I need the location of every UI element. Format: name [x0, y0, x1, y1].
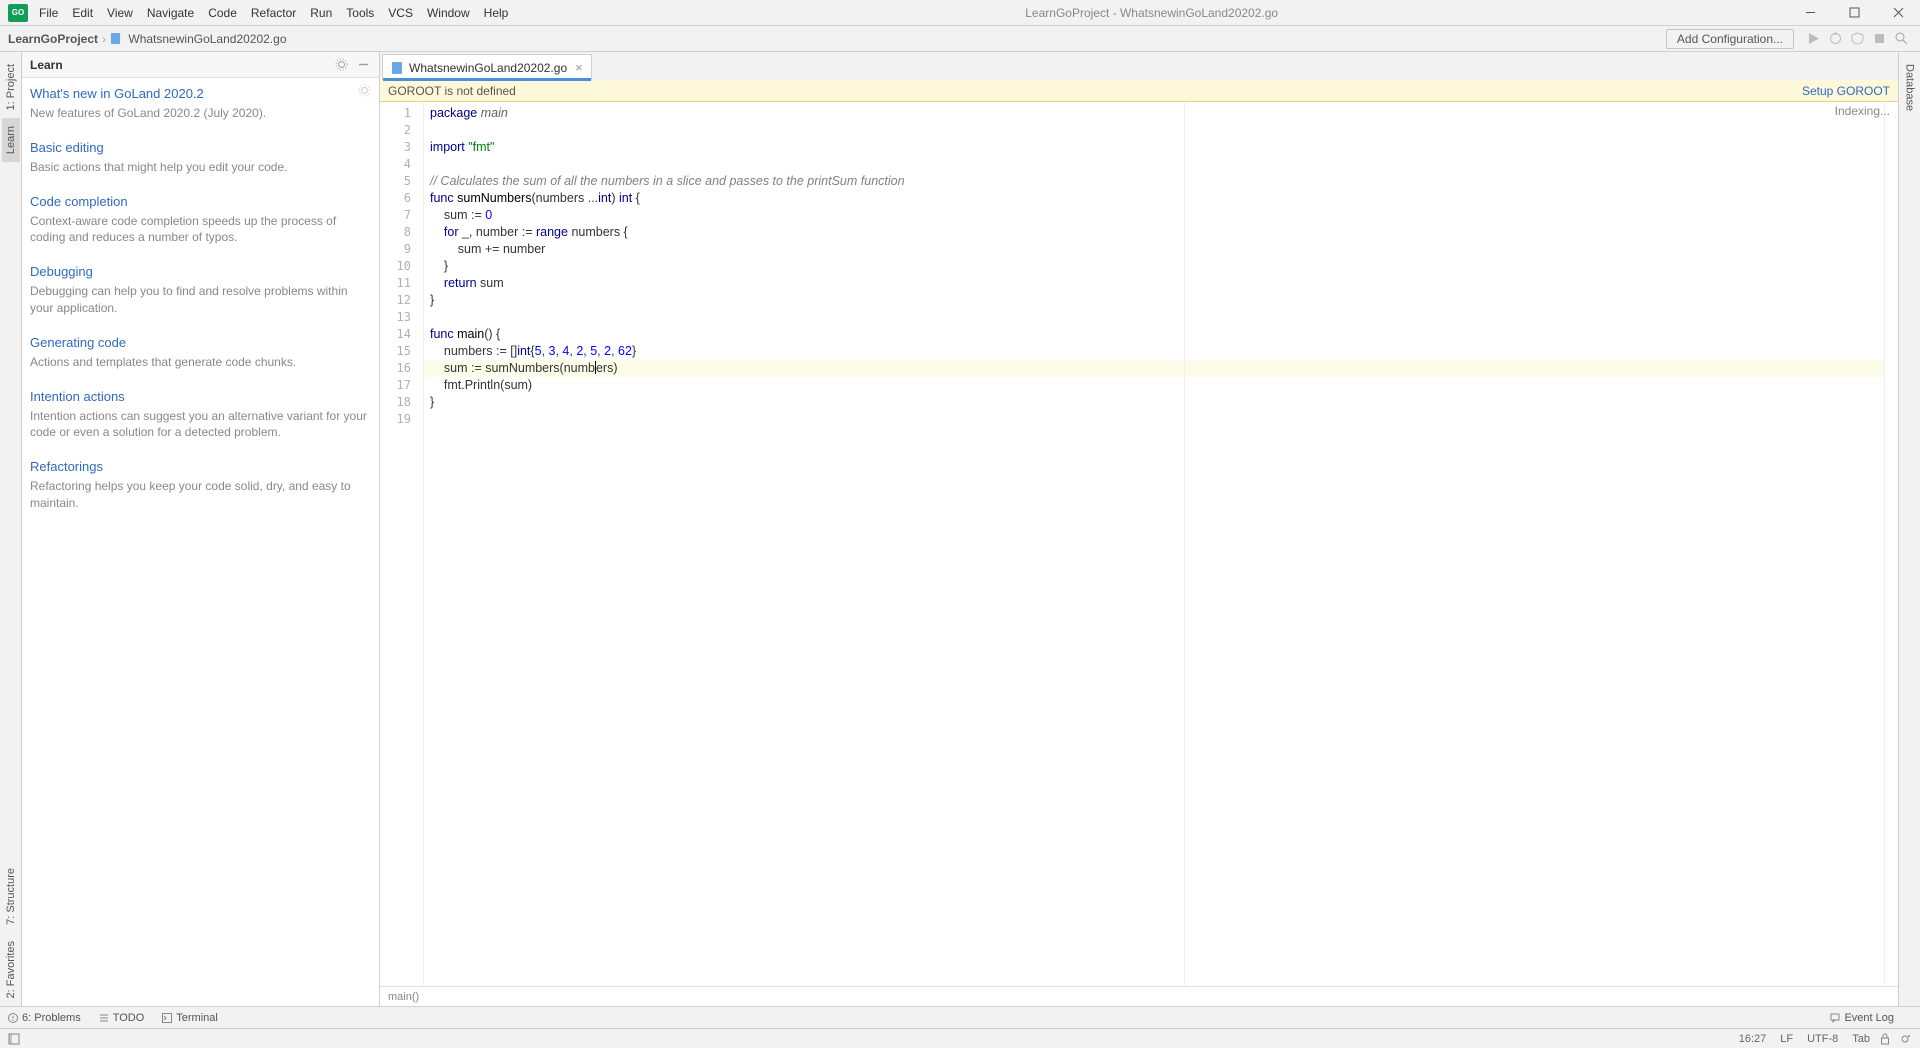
editor-breadcrumb: main() — [380, 986, 1898, 1006]
show-toolwindow-icon[interactable] — [8, 1033, 20, 1045]
menu-help[interactable]: Help — [477, 0, 516, 26]
editor-tab-label: WhatsnewinGoLand20202.go — [409, 61, 567, 75]
stop-button[interactable] — [1868, 28, 1890, 50]
eventlog-icon — [1830, 1013, 1840, 1023]
breadcrumb-fn[interactable]: main() — [388, 991, 419, 1003]
list-icon — [99, 1013, 109, 1023]
status-encoding[interactable]: UTF-8 — [1807, 1033, 1838, 1045]
learn-item[interactable]: Generating code Actions and templates th… — [30, 335, 371, 371]
main-menu-bar: File Edit View Navigate Code Refactor Ru… — [32, 0, 515, 26]
inspection-profile-icon[interactable] — [1900, 1033, 1912, 1045]
menu-window[interactable]: Window — [420, 0, 477, 26]
learn-item-title: Debugging — [30, 264, 371, 279]
learn-item-desc: Refactoring helps you keep your code sol… — [30, 478, 371, 512]
menu-refactor[interactable]: Refactor — [244, 0, 303, 26]
go-file-icon — [110, 32, 121, 45]
tool-learn[interactable]: Learn — [2, 118, 20, 162]
window-title: LearnGoProject - WhatsnewinGoLand20202.g… — [515, 6, 1788, 20]
learn-item-title: Intention actions — [30, 389, 371, 404]
learn-item-title: Basic editing — [30, 140, 371, 155]
terminal-icon — [162, 1013, 172, 1023]
status-bar: 16:27 LF UTF-8 Tab — [0, 1028, 1920, 1048]
code-editor[interactable]: 1 2 3 4 5 6 7 8 9 10 11 12 13 14 15 16 1… — [380, 102, 1898, 986]
main-layout: 1: Project Learn 7: Structure 2: Favorit… — [0, 52, 1920, 1006]
tool-todo[interactable]: TODO — [99, 1012, 145, 1024]
menu-tools[interactable]: Tools — [339, 0, 381, 26]
learn-panel-title: Learn — [30, 58, 63, 72]
go-file-icon — [391, 61, 403, 75]
learn-item-desc: Intention actions can suggest you an alt… — [30, 408, 371, 442]
tool-favorites[interactable]: 2: Favorites — [2, 933, 20, 1006]
learn-item[interactable]: Intention actions Intention actions can … — [30, 389, 371, 442]
status-indent[interactable]: Tab — [1852, 1033, 1870, 1045]
close-tab-icon[interactable]: × — [575, 60, 583, 75]
banner-action-link[interactable]: Setup GOROOT — [1802, 84, 1890, 98]
app-icon: GO — [8, 4, 28, 22]
breadcrumb-file[interactable]: WhatsnewinGoLand20202.go — [110, 32, 286, 46]
tool-structure[interactable]: 7: Structure — [2, 860, 20, 933]
learn-item-desc: Context-aware code completion speeds up … — [30, 213, 371, 247]
code-content[interactable]: package main import "fmt" // Calculates … — [424, 102, 1884, 986]
gear-icon[interactable] — [333, 57, 349, 73]
run-button[interactable] — [1802, 28, 1824, 50]
maximize-button[interactable] — [1832, 0, 1876, 26]
line-gutter: 1 2 3 4 5 6 7 8 9 10 11 12 13 14 15 16 1… — [380, 102, 424, 986]
menu-view[interactable]: View — [100, 0, 140, 26]
menu-edit[interactable]: Edit — [65, 0, 100, 26]
learn-item-title: Generating code — [30, 335, 371, 350]
right-tool-strip: Database — [1898, 52, 1920, 1006]
banner-message: GOROOT is not defined — [388, 84, 1802, 98]
tool-project[interactable]: 1: Project — [2, 56, 20, 118]
search-button[interactable] — [1890, 28, 1912, 50]
learn-item[interactable]: What's new in GoLand 2020.2 New features… — [30, 86, 371, 122]
error-stripe[interactable] — [1884, 102, 1898, 986]
hide-panel-icon[interactable] — [355, 57, 371, 73]
learn-item-desc: New features of GoLand 2020.2 (July 2020… — [30, 105, 371, 122]
learn-item-desc: Debugging can help you to find and resol… — [30, 283, 371, 317]
debug-button[interactable] — [1824, 28, 1846, 50]
minimize-button[interactable] — [1788, 0, 1832, 26]
editor-tabs: WhatsnewinGoLand20202.go × — [380, 52, 1898, 80]
tool-problems[interactable]: 6: Problems — [8, 1012, 81, 1024]
coverage-button[interactable] — [1846, 28, 1868, 50]
menu-run[interactable]: Run — [303, 0, 339, 26]
bottom-tool-bar: 6: Problems TODO Terminal Event Log — [0, 1006, 1920, 1028]
breadcrumb-project[interactable]: LearnGoProject — [8, 32, 98, 46]
learn-item[interactable]: Refactorings Refactoring helps you keep … — [30, 459, 371, 512]
learn-item[interactable]: Basic editing Basic actions that might h… — [30, 140, 371, 176]
learn-item-title: What's new in GoLand 2020.2 — [30, 86, 371, 101]
warning-icon — [8, 1013, 18, 1023]
menu-navigate[interactable]: Navigate — [140, 0, 201, 26]
editor-area: WhatsnewinGoLand20202.go × GOROOT is not… — [380, 52, 1898, 1006]
readonly-lock-icon[interactable] — [1880, 1033, 1890, 1045]
tool-event-log[interactable]: Event Log — [1830, 1012, 1894, 1024]
learn-panel-header: Learn — [22, 52, 379, 78]
learn-item[interactable]: Code completion Context-aware code compl… — [30, 194, 371, 247]
learn-item[interactable]: Debugging Debugging can help you to find… — [30, 264, 371, 317]
learn-item-title: Refactorings — [30, 459, 371, 474]
window-controls — [1788, 0, 1920, 26]
learn-item-title: Code completion — [30, 194, 371, 209]
tool-database[interactable]: Database — [1901, 56, 1919, 119]
close-button[interactable] — [1876, 0, 1920, 26]
title-bar: GO File Edit View Navigate Code Refactor… — [0, 0, 1920, 26]
navigation-bar: LearnGoProject › WhatsnewinGoLand20202.g… — [0, 26, 1920, 52]
notification-banner: GOROOT is not defined Setup GOROOT — [380, 80, 1898, 102]
add-configuration-button[interactable]: Add Configuration... — [1666, 29, 1794, 49]
learn-panel: Learn What's new in GoLand 2020.2 New fe… — [22, 52, 380, 1006]
tool-terminal[interactable]: Terminal — [162, 1012, 218, 1024]
learn-panel-body: What's new in GoLand 2020.2 New features… — [22, 78, 379, 538]
menu-code[interactable]: Code — [201, 0, 244, 26]
chevron-right-icon: › — [102, 32, 106, 46]
gear-icon[interactable] — [358, 84, 371, 97]
menu-vcs[interactable]: VCS — [381, 0, 420, 26]
editor-tab[interactable]: WhatsnewinGoLand20202.go × — [382, 54, 592, 80]
learn-item-desc: Basic actions that might help you edit y… — [30, 159, 371, 176]
status-line-sep[interactable]: LF — [1780, 1033, 1793, 1045]
learn-item-desc: Actions and templates that generate code… — [30, 354, 371, 371]
status-caret-pos[interactable]: 16:27 — [1739, 1033, 1767, 1045]
menu-file[interactable]: File — [32, 0, 65, 26]
left-tool-strip: 1: Project Learn 7: Structure 2: Favorit… — [0, 52, 22, 1006]
